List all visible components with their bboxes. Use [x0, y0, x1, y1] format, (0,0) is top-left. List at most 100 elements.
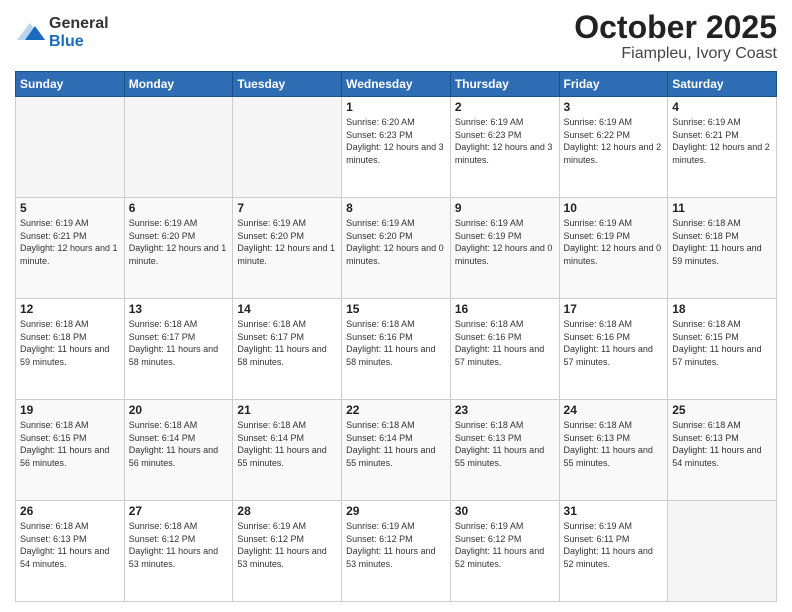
day-info: Sunrise: 6:18 AM Sunset: 6:17 PM Dayligh… [129, 318, 229, 368]
calendar-week-row: 5Sunrise: 6:19 AM Sunset: 6:21 PM Daylig… [16, 198, 777, 299]
day-info: Sunrise: 6:18 AM Sunset: 6:15 PM Dayligh… [672, 318, 772, 368]
day-number: 12 [20, 302, 120, 316]
day-info: Sunrise: 6:19 AM Sunset: 6:21 PM Dayligh… [20, 217, 120, 267]
day-info: Sunrise: 6:19 AM Sunset: 6:19 PM Dayligh… [455, 217, 555, 267]
calendar-cell: 30 Sunrise: 6:19 AM Sunset: 6:12 PM Dayli… [450, 501, 559, 602]
day-info: Sunrise: 6:18 AM Sunset: 6:16 PM Dayligh… [346, 318, 446, 368]
day-info: Sunrise: 6:18 AM Sunset: 6:18 PM Dayligh… [20, 318, 120, 368]
day-number: 29 [346, 504, 446, 518]
calendar-cell: 5Sunrise: 6:19 AM Sunset: 6:21 PM Daylig… [16, 198, 125, 299]
calendar-cell: 31 Sunrise: 6:19 AM Sunset: 6:11 PM Dayli… [559, 501, 668, 602]
day-number: 24 [564, 403, 664, 417]
day-number: 20 [129, 403, 229, 417]
weekday-header-friday: Friday [559, 72, 668, 97]
day-info: Sunrise: 6:19 AM Sunset: 6:21 PM Dayligh… [672, 116, 772, 166]
day-number: 21 [237, 403, 337, 417]
logo-blue-text: Blue [49, 33, 109, 51]
day-info: Sunrise: 6:18 AM Sunset: 6:16 PM Dayligh… [455, 318, 555, 368]
calendar-cell: 4 Sunrise: 6:19 AM Sunset: 6:21 PM Daylig… [668, 97, 777, 198]
day-info: Sunrise: 6:19 AM Sunset: 6:22 PM Dayligh… [564, 116, 664, 166]
calendar-table: SundayMondayTuesdayWednesdayThursdayFrid… [15, 71, 777, 602]
day-number: 6 [129, 201, 229, 215]
calendar-cell: 6 Sunrise: 6:19 AM Sunset: 6:20 PM Daylig… [124, 198, 233, 299]
day-number: 16 [455, 302, 555, 316]
calendar-cell: 28 Sunrise: 6:19 AM Sunset: 6:12 PM Dayli… [233, 501, 342, 602]
day-info: Sunrise: 6:19 AM Sunset: 6:12 PM Dayligh… [455, 520, 555, 570]
day-info: Sunrise: 6:18 AM Sunset: 6:18 PM Dayligh… [672, 217, 772, 267]
day-number: 18 [672, 302, 772, 316]
day-info: Sunrise: 6:18 AM Sunset: 6:14 PM Dayligh… [237, 419, 337, 469]
calendar-cell: 23 Sunrise: 6:18 AM Sunset: 6:13 PM Dayli… [450, 400, 559, 501]
logo-icon [15, 18, 45, 48]
weekday-header-saturday: Saturday [668, 72, 777, 97]
day-number: 3 [564, 100, 664, 114]
calendar-cell: 1Sunrise: 6:20 AM Sunset: 6:23 PM Daylig… [342, 97, 451, 198]
day-number: 4 [672, 100, 772, 114]
calendar-subtitle: Fiampleu, Ivory Coast [574, 45, 777, 63]
day-info: Sunrise: 6:19 AM Sunset: 6:20 PM Dayligh… [237, 217, 337, 267]
calendar-week-row: 26Sunrise: 6:18 AM Sunset: 6:13 PM Dayli… [16, 501, 777, 602]
day-info: Sunrise: 6:19 AM Sunset: 6:19 PM Dayligh… [564, 217, 664, 267]
day-number: 1 [346, 100, 446, 114]
weekday-header-thursday: Thursday [450, 72, 559, 97]
calendar-cell: 8 Sunrise: 6:19 AM Sunset: 6:20 PM Daylig… [342, 198, 451, 299]
day-info: Sunrise: 6:18 AM Sunset: 6:14 PM Dayligh… [129, 419, 229, 469]
calendar-cell: 13 Sunrise: 6:18 AM Sunset: 6:17 PM Dayli… [124, 299, 233, 400]
day-number: 15 [346, 302, 446, 316]
day-info: Sunrise: 6:18 AM Sunset: 6:14 PM Dayligh… [346, 419, 446, 469]
calendar-cell: 9Sunrise: 6:19 AM Sunset: 6:19 PM Daylig… [450, 198, 559, 299]
calendar-cell [16, 97, 125, 198]
calendar-cell [233, 97, 342, 198]
weekday-header-wednesday: Wednesday [342, 72, 451, 97]
day-number: 13 [129, 302, 229, 316]
day-number: 11 [672, 201, 772, 215]
calendar-cell: 7Sunrise: 6:19 AM Sunset: 6:20 PM Daylig… [233, 198, 342, 299]
day-info: Sunrise: 6:18 AM Sunset: 6:16 PM Dayligh… [564, 318, 664, 368]
day-info: Sunrise: 6:18 AM Sunset: 6:12 PM Dayligh… [129, 520, 229, 570]
day-number: 28 [237, 504, 337, 518]
calendar-cell: 15 Sunrise: 6:18 AM Sunset: 6:16 PM Dayli… [342, 299, 451, 400]
calendar-cell: 12 Sunrise: 6:18 AM Sunset: 6:18 PM Dayli… [16, 299, 125, 400]
day-number: 26 [20, 504, 120, 518]
calendar-cell: 29Sunrise: 6:19 AM Sunset: 6:12 PM Dayli… [342, 501, 451, 602]
day-number: 27 [129, 504, 229, 518]
calendar-cell: 17 Sunrise: 6:18 AM Sunset: 6:16 PM Dayli… [559, 299, 668, 400]
weekday-header-sunday: Sunday [16, 72, 125, 97]
day-number: 8 [346, 201, 446, 215]
calendar-cell: 3 Sunrise: 6:19 AM Sunset: 6:22 PM Daylig… [559, 97, 668, 198]
day-number: 14 [237, 302, 337, 316]
day-info: Sunrise: 6:19 AM Sunset: 6:23 PM Dayligh… [455, 116, 555, 166]
calendar-week-row: 19Sunrise: 6:18 AM Sunset: 6:15 PM Dayli… [16, 400, 777, 501]
day-number: 31 [564, 504, 664, 518]
calendar-cell: 19Sunrise: 6:18 AM Sunset: 6:15 PM Dayli… [16, 400, 125, 501]
calendar-cell: 10Sunrise: 6:19 AM Sunset: 6:19 PM Dayli… [559, 198, 668, 299]
calendar-cell: 27 Sunrise: 6:18 AM Sunset: 6:12 PM Dayli… [124, 501, 233, 602]
calendar-cell: 18 Sunrise: 6:18 AM Sunset: 6:15 PM Dayli… [668, 299, 777, 400]
day-number: 2 [455, 100, 555, 114]
header: General Blue October 2025 Fiampleu, Ivor… [15, 10, 777, 63]
weekday-header-row: SundayMondayTuesdayWednesdayThursdayFrid… [16, 72, 777, 97]
day-info: Sunrise: 6:18 AM Sunset: 6:13 PM Dayligh… [455, 419, 555, 469]
calendar-cell: 14 Sunrise: 6:18 AM Sunset: 6:17 PM Dayli… [233, 299, 342, 400]
calendar-week-row: 12 Sunrise: 6:18 AM Sunset: 6:18 PM Dayli… [16, 299, 777, 400]
calendar-cell: 2 Sunrise: 6:19 AM Sunset: 6:23 PM Daylig… [450, 97, 559, 198]
title-block: October 2025 Fiampleu, Ivory Coast [574, 10, 777, 63]
calendar-cell [668, 501, 777, 602]
day-info: Sunrise: 6:19 AM Sunset: 6:20 PM Dayligh… [346, 217, 446, 267]
logo: General Blue [15, 15, 109, 50]
day-number: 17 [564, 302, 664, 316]
day-info: Sunrise: 6:19 AM Sunset: 6:20 PM Dayligh… [129, 217, 229, 267]
calendar-cell: 21 Sunrise: 6:18 AM Sunset: 6:14 PM Dayli… [233, 400, 342, 501]
page-container: General Blue October 2025 Fiampleu, Ivor… [0, 0, 792, 612]
calendar-cell: 11 Sunrise: 6:18 AM Sunset: 6:18 PM Dayli… [668, 198, 777, 299]
day-number: 23 [455, 403, 555, 417]
day-info: Sunrise: 6:19 AM Sunset: 6:12 PM Dayligh… [237, 520, 337, 570]
day-info: Sunrise: 6:19 AM Sunset: 6:11 PM Dayligh… [564, 520, 664, 570]
day-info: Sunrise: 6:18 AM Sunset: 6:15 PM Dayligh… [20, 419, 120, 469]
day-info: Sunrise: 6:18 AM Sunset: 6:17 PM Dayligh… [237, 318, 337, 368]
day-number: 22 [346, 403, 446, 417]
day-number: 30 [455, 504, 555, 518]
calendar-cell: 25Sunrise: 6:18 AM Sunset: 6:13 PM Dayli… [668, 400, 777, 501]
calendar-cell: 24Sunrise: 6:18 AM Sunset: 6:13 PM Dayli… [559, 400, 668, 501]
calendar-cell: 16 Sunrise: 6:18 AM Sunset: 6:16 PM Dayli… [450, 299, 559, 400]
